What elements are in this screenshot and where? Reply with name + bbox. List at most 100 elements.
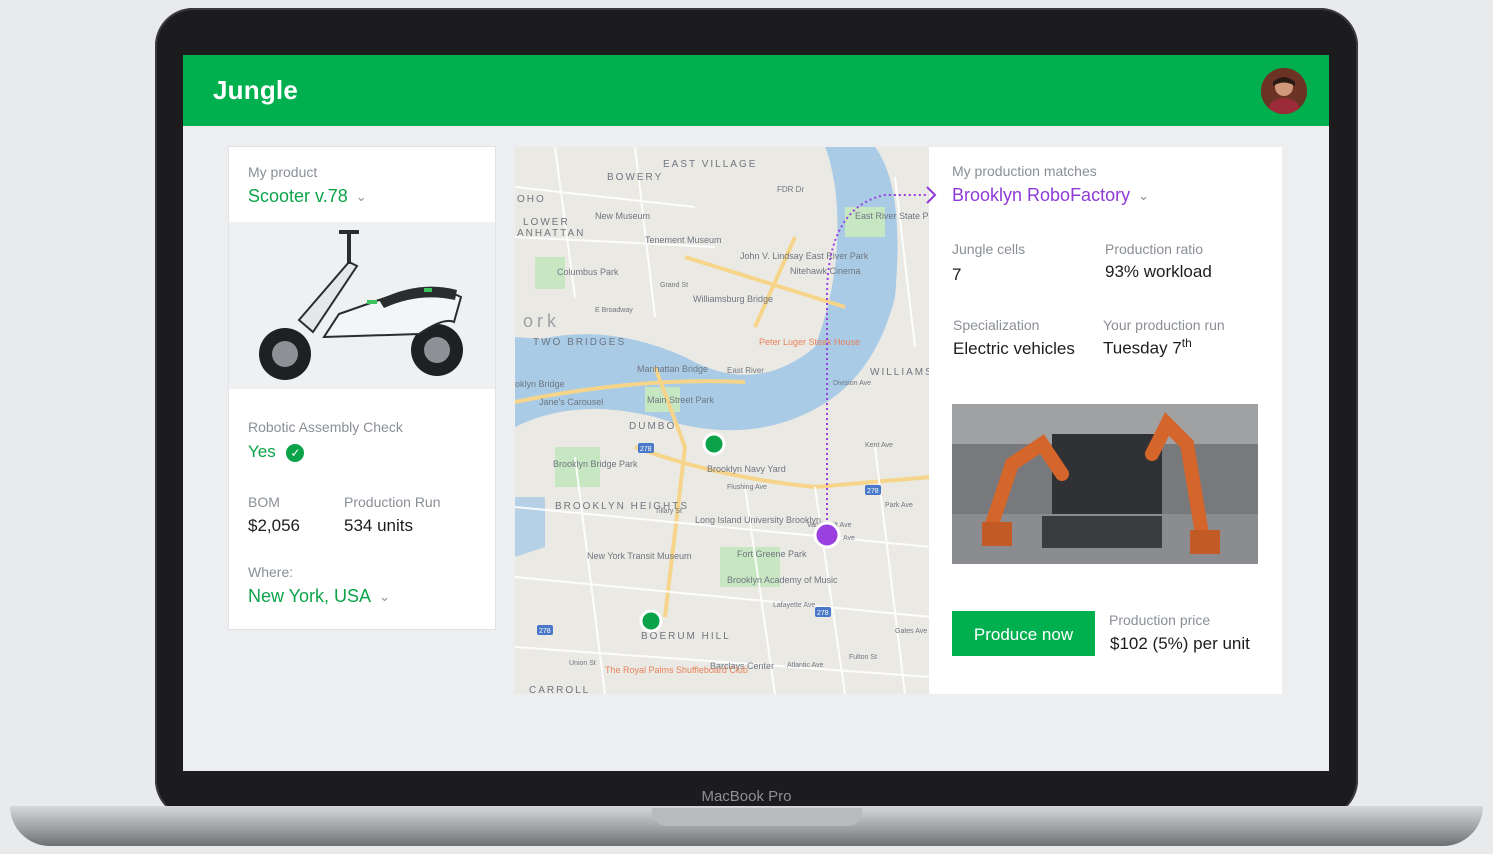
map-label: OHO [517,194,546,205]
production-ratio-value: 93% workload [1105,262,1212,281]
assembly-check-value: Yes ✓ [248,442,305,462]
map-label: BOERUM HILL [641,631,731,642]
map-label: Lafayette Ave [773,602,815,609]
laptop-notch [652,808,862,826]
your-run-label: Your production run [1103,317,1225,333]
scooter-icon [259,230,463,380]
check-circle-icon: ✓ [286,443,305,462]
map-label: Grand St [660,282,688,289]
your-run-day: Tuesday 7 [1103,338,1182,358]
highway-shield-label: 278 [867,488,879,495]
user-avatar[interactable] [1261,68,1307,114]
product-card: My product Scooter v.78 ⌄ Robotic Assembl… [228,146,496,630]
map-label: Flushing Ave [727,484,767,491]
map-label: ork [523,311,560,331]
specialization-label: Specialization [953,317,1040,333]
production-run-value: 534 units [344,516,413,535]
where-label: Where: [248,564,294,580]
chevron-down-icon: ⌄ [1138,188,1149,204]
map-label: Atlantic Ave [787,662,824,669]
produce-now-button[interactable]: Produce now [952,611,1095,656]
scooter-image [229,222,495,389]
map-label: Fulton St [849,654,877,661]
jungle-cells-label: Jungle cells [952,241,1026,257]
map-label: LOWER [523,217,570,228]
map-label: WILLIAMS [870,367,931,378]
map-label: The Royal Palms Shuffleboard Club [605,665,748,675]
factory-select[interactable]: Brooklyn RoboFactory ⌄ [952,185,1149,206]
production-price-value: $102 (5%) per unit [1110,634,1250,653]
map-label: New Museum [595,211,650,221]
map-label: DUMBO [629,421,676,432]
map-label: Peter Luger Steak House [759,337,860,347]
map-label: CARROLL [529,685,590,694]
map-label: Union St [569,660,596,667]
your-run-value: Tuesday 7th [1103,336,1192,359]
map-label: Manhattan Bridge [637,364,708,374]
map-label: Nitehawk Cinema [790,266,861,276]
location-value: New York, USA [248,586,372,606]
map-label: Park Ave [885,502,913,509]
product-select[interactable]: Scooter v.78 ⌄ [248,186,367,207]
map-label: Tenement Museum [645,235,722,245]
map-label: Williamsburg Bridge [693,294,773,304]
highway-shield-label: 278 [539,628,551,635]
product-name: Scooter v.78 [248,186,348,206]
map-label: E Broadway [595,307,633,314]
arrow-right-icon [926,186,937,204]
selected-factory-pin-icon[interactable] [813,521,841,549]
map-label: Tillary St [655,508,682,515]
factory-photo [952,404,1258,564]
map-label: EAST VILLAGE [663,159,757,170]
matches-label: My production matches [952,163,1097,179]
map-label: Long Island University Brooklyn [695,515,821,525]
map-label: oklyn Bridge [515,379,565,389]
map-label: East River State Park [855,211,931,221]
chevron-down-icon: ⌄ [355,189,367,205]
map-label: ANHATTAN [517,228,585,239]
map-label: Columbus Park [557,267,619,277]
map-label: Brooklyn Bridge Park [553,459,638,469]
specialization-value: Electric vehicles [953,339,1075,358]
production-ratio-label: Production ratio [1105,241,1204,257]
your-run-suffix: th [1181,336,1192,350]
chevron-down-icon: ⌄ [379,589,390,605]
assembly-check-label: Robotic Assembly Check [248,419,403,435]
app-screen: Jungle My product Scooter v.78 ⌄ Robotic… [183,55,1329,771]
device-label: MacBook Pro [701,788,792,805]
map-view[interactable]: EAST VILLAGE BOWERY OHO LOWER ANHATTAN N… [515,147,931,694]
bom-value: $2,056 [248,516,300,535]
assembly-value: Yes [248,442,276,461]
highway-shield-label: 278 [640,446,652,453]
top-bar: Jungle [183,55,1329,126]
map-label: Brooklyn Navy Yard [707,464,786,474]
factory-pin-icon[interactable] [639,609,663,633]
location-select[interactable]: New York, USA ⌄ [248,586,390,607]
map-label: Gates Ave [895,628,927,635]
map-label: Jane's Carousel [539,397,603,407]
my-product-label: My product [248,164,318,180]
production-run-label: Production Run [344,494,441,510]
map-label: FDR Dr [777,185,804,194]
bom-label: BOM [248,494,280,510]
map-label: Ave [843,535,855,542]
map-label: Main Street Park [647,395,715,405]
production-price-label: Production price [1109,612,1211,628]
robot-arms-icon [952,404,1258,564]
map-label: East River [727,366,764,375]
factory-pin-icon[interactable] [702,432,726,456]
factory-name: Brooklyn RoboFactory [952,185,1131,205]
highway-shield-label: 278 [817,610,829,617]
map-label: Fort Greene Park [737,549,807,559]
map-canvas: EAST VILLAGE BOWERY OHO LOWER ANHATTAN N… [515,147,931,694]
map-label: Brooklyn Academy of Music [727,575,838,585]
map-label: New York Transit Museum [587,551,692,561]
map-label: Kent Ave [865,442,893,449]
map-label: Division Ave [833,380,871,387]
app-title: Jungle [213,75,298,105]
map-label: TWO BRIDGES [533,337,626,348]
jungle-cells-value: 7 [952,265,962,284]
map-label: John V. Lindsay East River Park [740,251,869,261]
avatar-icon [1261,68,1307,114]
map-label: BOWERY [607,172,663,183]
